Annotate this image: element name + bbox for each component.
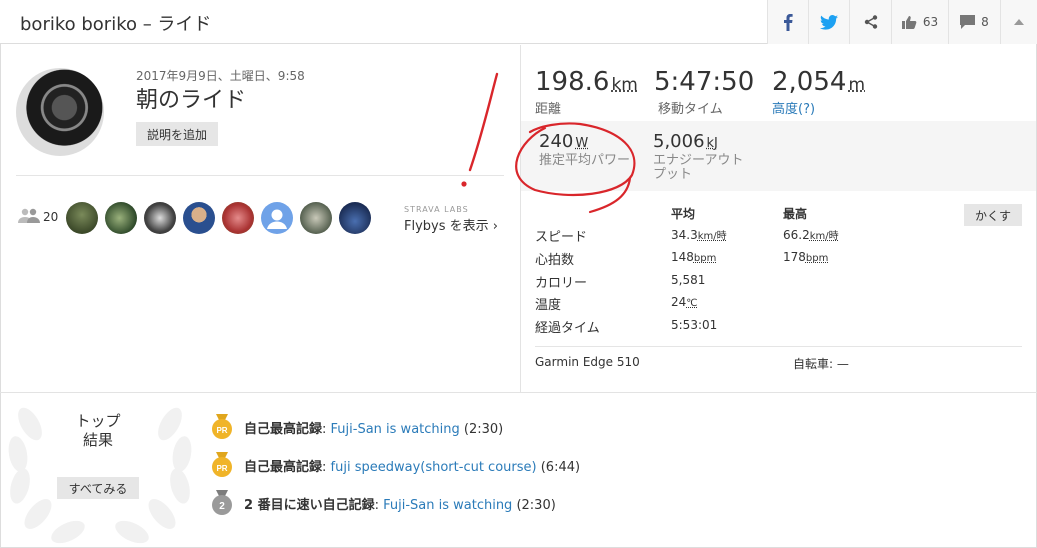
row-label-speed: スピード <box>535 230 588 245</box>
svg-text:2: 2 <box>219 501 225 512</box>
second-place-medal-icon: 2 <box>212 490 232 515</box>
twitter-icon <box>820 14 838 30</box>
distance-value: 198.6 km <box>535 67 638 97</box>
group-athletes-icon <box>18 208 40 223</box>
elevation-unit: m <box>848 75 865 95</box>
header-actions: 63 8 <box>767 0 1037 44</box>
kudos-button[interactable]: 63 <box>891 0 948 44</box>
row-label-elapsed: 経過タイム <box>535 321 600 336</box>
row-label-heartrate: 心拍数 <box>535 253 575 268</box>
calories-avg: 5,581 <box>671 273 706 287</box>
moving-time-value: 5:47:50 <box>654 67 755 97</box>
elapsed-avg: 5:53:01 <box>671 318 718 332</box>
divider <box>535 346 1022 347</box>
top-results-title-line2: 結果 <box>82 431 113 449</box>
page-header: boriko boriko – ライド 63 8 <box>0 0 1037 44</box>
top-results-title: トップ 結果 <box>70 412 126 450</box>
comment-count: 8 <box>981 15 989 29</box>
energy-label-line1: エナジーアウト <box>653 153 744 168</box>
pr-medal-icon: PR <box>212 452 232 477</box>
achievement-kind: 自己最高記録 <box>244 422 323 437</box>
kudos-count: 63 <box>922 15 939 29</box>
moving-time-label: 移動タイム <box>658 102 723 117</box>
strava-labs-label: STRAVA LABS <box>404 205 469 214</box>
achievement-time: (2:30) <box>516 498 556 513</box>
athlete-avatar[interactable] <box>105 202 137 234</box>
twitter-share-button[interactable] <box>808 0 849 44</box>
device-name: Garmin Edge 510 <box>535 355 640 369</box>
elevation-help-link[interactable]: 高度(?) <box>772 98 815 117</box>
athlete-avatar[interactable] <box>16 68 104 156</box>
avg-header: 平均 <box>671 207 696 221</box>
distance-label: 距離 <box>535 102 562 117</box>
power-label: 推定平均パワー <box>539 153 631 168</box>
athlete-avatar[interactable] <box>183 202 215 234</box>
heartrate-max: 178bpm <box>783 250 829 264</box>
comment-button[interactable]: 8 <box>948 0 1000 44</box>
energy-label-line2: プット <box>653 167 693 182</box>
add-description-button[interactable]: 説明を追加 <box>136 122 218 146</box>
segment-link[interactable]: fuji speedway(short-cut course) <box>331 460 537 475</box>
flybys-link[interactable]: Flybys を表示 › <box>404 215 498 234</box>
divider <box>0 392 1037 393</box>
segment-link[interactable]: Fuji-San is watching <box>331 422 460 437</box>
divider <box>520 45 521 392</box>
see-all-button[interactable]: すべてみる <box>57 477 139 499</box>
athlete-avatar[interactable] <box>66 202 98 234</box>
athlete-avatar[interactable] <box>300 202 332 234</box>
power-value: 240 W <box>539 131 589 152</box>
energy-unit: kJ <box>706 136 718 151</box>
pr-medal-icon: PR <box>212 414 232 439</box>
elevation-value: 2,054 m <box>772 67 865 97</box>
top-results-title-line1: トップ <box>75 412 121 430</box>
distance-unit: km <box>611 75 638 95</box>
achievement-item: 自己最高記録: fuji speedway(short-cut course) … <box>244 460 581 475</box>
speed-avg: 34.3km/時 <box>671 228 727 242</box>
facebook-share-button[interactable] <box>767 0 808 44</box>
heartrate-avg: 148bpm <box>671 250 717 264</box>
hide-button[interactable]: かくす <box>964 204 1022 226</box>
achievement-kind: 自己最高記録 <box>244 460 323 475</box>
divider <box>16 175 504 176</box>
achievement-kind: 2 番目に速い自己記録 <box>244 498 375 513</box>
page-title: boriko boriko – ライド <box>20 14 212 35</box>
achievement-item: 自己最高記録: Fuji-San is watching (2:30) <box>244 422 504 437</box>
share-button[interactable] <box>849 0 891 44</box>
achievement-item: 2 番目に速い自己記録: Fuji-San is watching (2:30) <box>244 498 556 513</box>
svg-text:PR: PR <box>216 426 227 435</box>
default-user-icon <box>267 209 287 229</box>
row-label-temperature: 温度 <box>535 298 562 313</box>
achievement-time: (6:44) <box>540 460 581 475</box>
max-header: 最高 <box>783 207 808 221</box>
segment-link[interactable]: Fuji-San is watching <box>383 498 512 513</box>
athlete-avatar[interactable] <box>339 202 371 234</box>
athlete-avatar[interactable] <box>144 202 176 234</box>
activity-name: 朝のライド <box>136 88 247 113</box>
energy-value: 5,006 kJ <box>653 131 718 152</box>
thumbs-up-icon <box>901 16 917 29</box>
row-label-calories: カロリー <box>535 276 588 291</box>
collapse-button[interactable] <box>1000 0 1037 44</box>
temperature-avg: 24℃ <box>671 295 698 309</box>
comment-icon <box>960 15 976 29</box>
achievement-time: (2:30) <box>463 422 504 437</box>
energy-label: エナジーアウト プット <box>653 154 743 182</box>
athletes-count: 20 <box>43 210 59 224</box>
power-unit: W <box>575 136 589 151</box>
speed-max: 66.2km/時 <box>783 228 839 242</box>
athlete-avatar[interactable] <box>222 202 254 234</box>
facebook-icon <box>784 14 793 31</box>
bike-name: 自転車: — <box>793 357 849 371</box>
share-icon <box>864 15 877 29</box>
athlete-avatar[interactable] <box>261 202 293 234</box>
chevron-up-icon <box>1014 19 1024 25</box>
svg-text:PR: PR <box>216 464 227 473</box>
